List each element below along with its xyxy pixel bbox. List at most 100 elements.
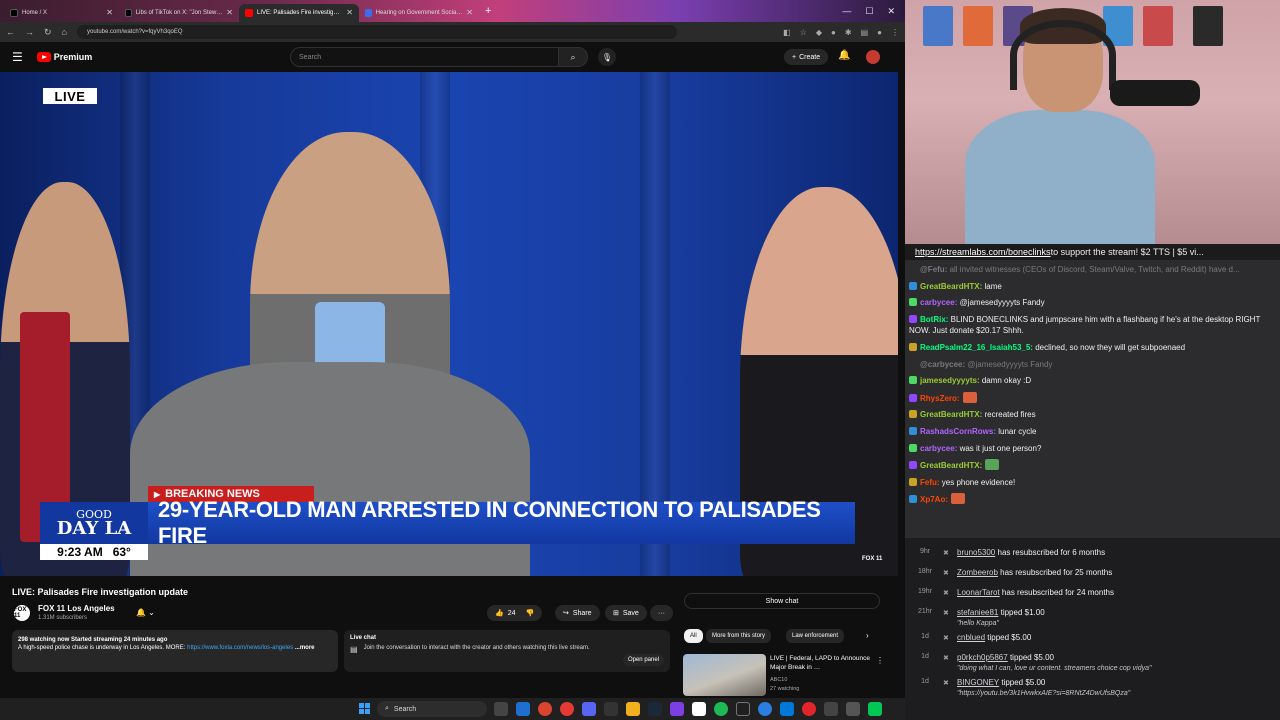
home-icon[interactable]: ⌂ [62, 27, 67, 37]
puzzle-icon[interactable]: ✱ [845, 28, 852, 37]
chat-username[interactable]: GreatBeardHTX: [920, 410, 982, 419]
hamburger-menu-icon[interactable]: ☰ [12, 50, 23, 64]
dismiss-icon[interactable]: ✖ [943, 589, 949, 597]
video-player[interactable]: LIVE ▶ BREAKING NEWS 29-YEAR-OLD MAN ARR… [0, 72, 898, 576]
event-username[interactable]: LoonarTarot [957, 588, 1000, 597]
chat-username[interactable]: RashadsCornRows: [920, 427, 996, 436]
obs-icon[interactable] [692, 702, 706, 716]
close-icon[interactable]: ✕ [102, 8, 113, 17]
star-icon[interactable]: ☆ [800, 28, 807, 37]
thumbs-down-icon[interactable]: 👎 [526, 609, 535, 617]
chat-username[interactable]: carbycee: [920, 444, 957, 453]
tab-home-x[interactable]: Home / X ✕ [4, 4, 119, 22]
chrome-icon[interactable] [560, 702, 574, 716]
event-username[interactable]: BINGONEY [957, 678, 999, 687]
url-field[interactable]: youtube.com/watch?v=fqyVh3qoEQ [76, 25, 677, 39]
tab-palisades-live[interactable]: LIVE: Palisades Fire investig… ✕ [239, 3, 359, 22]
chat-username[interactable]: RhysZero: [920, 394, 960, 403]
event-username[interactable]: stefaniee81 [957, 608, 998, 617]
share-button[interactable]: ↪ Share [555, 605, 600, 621]
app-icon[interactable] [802, 702, 816, 716]
app-icon[interactable] [736, 702, 750, 716]
description-more[interactable]: ...more [295, 645, 315, 651]
channel-name[interactable]: FOX 11 Los Angeles [38, 604, 115, 613]
maximize-icon[interactable]: ☐ [865, 6, 873, 17]
event-username[interactable]: cnblued [957, 633, 985, 642]
extension-icon[interactable]: ◆ [816, 28, 822, 37]
chat-username[interactable]: Fefu: [920, 478, 940, 487]
menu-icon[interactable]: ⋮ [891, 28, 899, 37]
close-window-icon[interactable]: ✕ [887, 6, 895, 17]
more-actions-button[interactable]: ··· [650, 605, 673, 621]
chat-username[interactable]: BotRix: [920, 315, 948, 324]
chat-username[interactable]: GreatBeardHTX: [920, 282, 982, 291]
save-button[interactable]: ⊞ Save [605, 605, 647, 621]
chip-all[interactable]: All [684, 629, 703, 643]
app-icon[interactable] [846, 702, 860, 716]
dismiss-icon[interactable]: ✖ [943, 569, 949, 577]
event-username[interactable]: bruno5300 [957, 548, 995, 557]
app-icon[interactable] [824, 702, 838, 716]
dismiss-icon[interactable]: ✖ [943, 679, 949, 687]
task-view-icon[interactable] [494, 702, 508, 716]
dismiss-icon[interactable]: ✖ [943, 634, 949, 642]
discord-icon[interactable] [582, 702, 596, 716]
chat-username[interactable]: ReadPsalm22_16_Isaiah53_5: [920, 343, 1033, 352]
kebab-menu-icon[interactable]: ⋮ [876, 656, 884, 665]
folder-icon[interactable] [626, 702, 640, 716]
chip-more-from-story[interactable]: More from this story [706, 629, 772, 643]
app-icon[interactable] [780, 702, 794, 716]
spotify-icon[interactable] [714, 702, 728, 716]
app-icon[interactable] [758, 702, 772, 716]
create-button[interactable]: + Create [784, 49, 829, 65]
reload-icon[interactable]: ↻ [44, 27, 52, 38]
close-icon[interactable]: ✕ [222, 8, 233, 17]
chip-law-enforcement[interactable]: Law enforcement [786, 629, 845, 643]
minimize-icon[interactable]: — [842, 6, 851, 17]
subscribe-bell-icon[interactable]: 🔔 ⌄ [136, 608, 155, 617]
steam-icon[interactable] [648, 702, 662, 716]
app-icon[interactable] [670, 702, 684, 716]
close-icon[interactable]: ✕ [342, 8, 353, 17]
dismiss-icon[interactable]: ✖ [943, 549, 949, 557]
event-username[interactable]: Zombeerob [957, 568, 998, 577]
search-input[interactable]: Search [290, 47, 560, 67]
app-icon[interactable] [868, 702, 882, 716]
forward-icon[interactable]: → [25, 27, 34, 37]
chat-username[interactable]: @Fefu: [920, 265, 947, 274]
back-icon[interactable]: ← [6, 27, 15, 37]
chat-username[interactable]: carbycee: [920, 298, 957, 307]
chat-username[interactable]: Xp7Ao: [920, 495, 948, 504]
chat-username[interactable]: GreatBeardHTX: [920, 461, 982, 470]
chrome-icon[interactable] [538, 702, 552, 716]
recommended-thumbnail[interactable] [683, 654, 766, 696]
windows-start-icon[interactable] [359, 703, 370, 714]
chat-username[interactable]: @carbycee: [920, 360, 965, 369]
youtube-logo[interactable]: Premium [36, 52, 92, 62]
dismiss-icon[interactable]: ✖ [943, 654, 949, 662]
new-tab-icon[interactable]: + [485, 5, 491, 17]
close-icon[interactable]: ✕ [462, 8, 473, 17]
tab-hearing[interactable]: Hearing on Government Socia… ✕ [359, 4, 479, 22]
show-chat-button[interactable]: Show chat [684, 593, 880, 609]
event-username[interactable]: p0rkch0p5867 [957, 653, 1008, 662]
extension-icon[interactable]: ● [831, 28, 836, 37]
extension-icon[interactable]: ◧ [783, 28, 791, 37]
streamlabs-link[interactable]: https://streamlabs.com/boneclinks [915, 247, 1051, 257]
profile-icon[interactable]: ● [877, 28, 882, 37]
like-button[interactable]: 👍 24 👎 [487, 605, 543, 621]
chevron-right-icon[interactable]: › [866, 631, 869, 640]
app-icon[interactable] [604, 702, 618, 716]
notifications-bell-icon[interactable]: 🔔 [838, 50, 850, 61]
channel-avatar[interactable]: FOX 11 [14, 605, 30, 621]
edge-icon[interactable] [516, 702, 530, 716]
description-link[interactable]: https://www.foxla.com/news/los-angeles [187, 645, 293, 651]
avatar[interactable] [866, 50, 880, 64]
recommended-title[interactable]: LIVE | Federal, LAPD to Announce Major B… [770, 655, 870, 673]
open-panel-button[interactable]: Open panel [622, 654, 664, 666]
microphone-icon[interactable]: 🎙 [598, 48, 616, 66]
sidebar-icon[interactable]: ▤ [861, 28, 869, 37]
description-box[interactable]: 298 watching now Started streaming 24 mi… [12, 630, 338, 672]
tab-libs-of-tiktok[interactable]: Libs of TikTok on X: "Jon Stew… ✕ [119, 4, 239, 22]
chat-username[interactable]: jamesedyyyyts: [920, 376, 980, 385]
